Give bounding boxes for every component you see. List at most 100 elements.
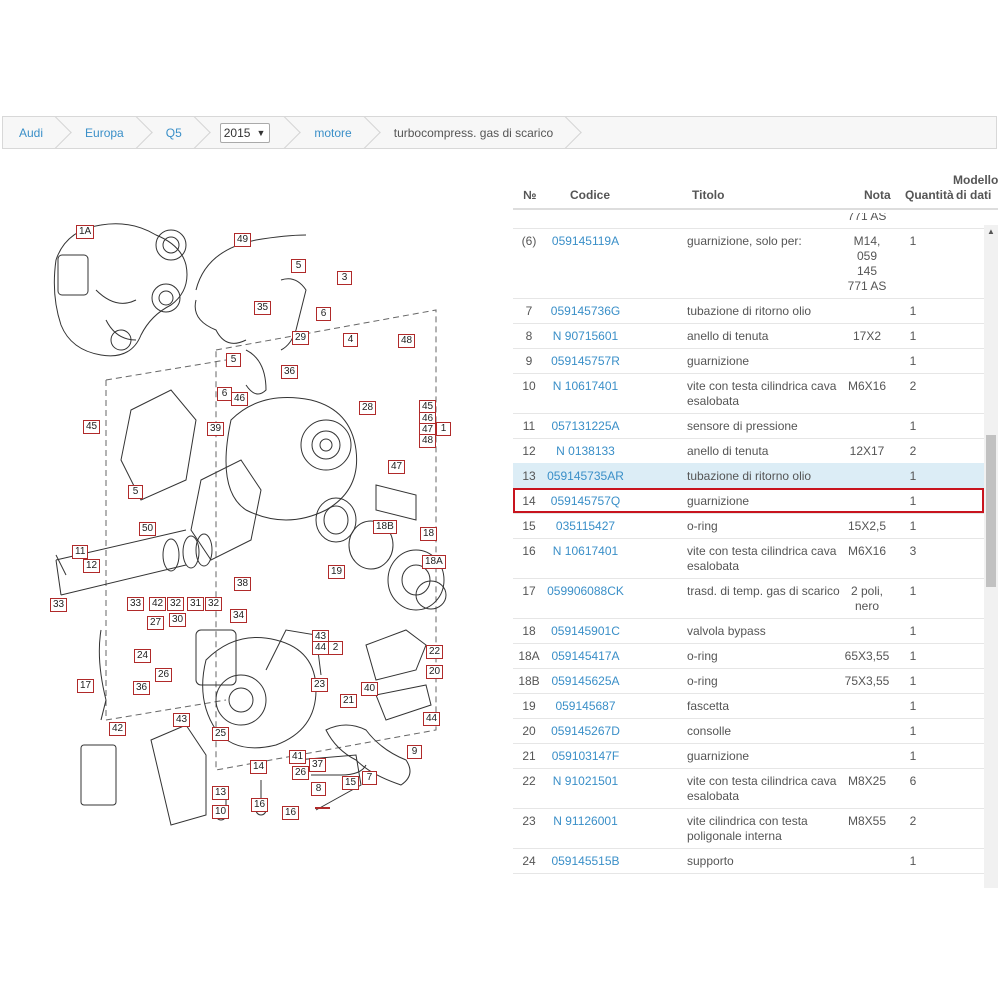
callout-48b[interactable]: 48 (419, 434, 437, 448)
part-code-link[interactable]: 059145687 (543, 699, 628, 714)
callout-22[interactable]: 22 (426, 645, 444, 659)
callout-1a[interactable]: 1A (76, 225, 95, 239)
table-row[interactable]: 7 059145736G tubazione di ritorno olio 1 (513, 298, 985, 324)
table-scrollbar[interactable]: ▲ (984, 225, 998, 888)
table-row[interactable]: 19 059145687 fascetta 1 (513, 693, 985, 719)
part-code-link[interactable]: 059145736G (543, 304, 628, 319)
table-row[interactable]: 145 771 AS (513, 213, 985, 229)
table-row[interactable]: 17 059906088CK trasd. di temp. gas di scar… (513, 578, 985, 619)
callout-49[interactable]: 49 (234, 233, 252, 247)
callout-3[interactable]: 3 (337, 271, 352, 285)
callout-30[interactable]: 30 (169, 613, 187, 627)
part-code-link[interactable]: 059906088CK (543, 584, 628, 599)
callout-35[interactable]: 35 (254, 301, 272, 315)
callout-32[interactable]: 32 (167, 597, 185, 611)
callout-20[interactable]: 20 (426, 665, 444, 679)
part-code-link[interactable]: 059145735AR (543, 469, 628, 484)
part-code-link[interactable]: 059145757R (543, 354, 628, 369)
callout-25[interactable]: 41 (289, 750, 307, 764)
table-row[interactable]: 21 059103147F guarnizione 1 (513, 743, 985, 769)
part-code-link[interactable]: 059145515B (543, 854, 628, 869)
part-code-link[interactable]: N 90715601 (543, 329, 628, 344)
callout-46[interactable]: 46 (231, 392, 249, 406)
callout-15[interactable]: 7 (362, 771, 377, 785)
callout-10[interactable]: 16 (251, 798, 269, 812)
callout-38[interactable]: 38 (234, 577, 252, 591)
callout-29[interactable]: 29 (292, 331, 310, 345)
part-code-link[interactable]: N 0138133 (543, 444, 628, 459)
callout-50[interactable]: 50 (139, 522, 157, 536)
callout-5c[interactable]: 5 (128, 485, 143, 499)
callout-44[interactable]: 44 (312, 641, 330, 655)
callout-5b[interactable]: 5 (226, 353, 241, 367)
table-row[interactable]: 24 059145515B supporto 1 (513, 848, 985, 874)
callout-23[interactable]: 40 (361, 682, 379, 696)
part-code-link[interactable]: 035115427 (543, 519, 628, 534)
table-row[interactable]: 23 N 91126001 vite cilindrica con testa po… (513, 808, 985, 849)
callout-6b[interactable]: 6 (217, 387, 232, 401)
part-code-link[interactable]: N 91021501 (543, 774, 628, 789)
table-row[interactable]: 20 059145267D consolle 1 (513, 718, 985, 744)
callout-18a[interactable]: 18A (422, 555, 446, 569)
callout-12[interactable]: 12 (83, 559, 101, 573)
table-row[interactable]: 22 N 91021501 vite con testa cilindrica ca… (513, 768, 985, 809)
callout-45[interactable]: 45 (83, 420, 101, 434)
callout-19[interactable]: 19 (328, 565, 346, 579)
callout-26b[interactable]: 36 (133, 681, 151, 695)
part-code-link[interactable]: 059145901C (543, 624, 628, 639)
part-code-link[interactable]: 059145625A (543, 674, 628, 689)
callout-32b[interactable]: 32 (205, 597, 223, 611)
callout-1[interactable]: 1 (436, 422, 451, 436)
callout-36b[interactable]: 23 (311, 678, 329, 692)
callout-16b[interactable] (315, 807, 330, 809)
callout-5[interactable]: 5 (291, 259, 306, 273)
callout-27[interactable]: 27 (147, 616, 165, 630)
table-row[interactable]: 14 059145757Q guarnizione 1 (513, 488, 985, 514)
callout-42[interactable]: 42 (149, 597, 167, 611)
table-row[interactable]: 15 035115427 o-ring 15X2,5 1 (513, 513, 985, 539)
part-code-link[interactable]: 057131225A (543, 419, 628, 434)
breadcrumb-category[interactable]: motore (298, 117, 377, 148)
table-row[interactable]: 12 N 0138133 anello di tenuta 12X17 2 (513, 438, 985, 464)
callout-33[interactable]: 33 (50, 598, 68, 612)
callout-13[interactable]: 8 (311, 782, 326, 796)
callout-6[interactable]: 6 (316, 307, 331, 321)
year-select[interactable]: 2015 ▼ (219, 122, 271, 143)
breadcrumb-region[interactable]: Europa (69, 117, 150, 148)
callout-24[interactable]: 24 (134, 649, 152, 663)
part-code-link[interactable]: 059145417A (543, 649, 628, 664)
callout-18b[interactable]: 18B (373, 520, 397, 534)
table-row[interactable]: 8 N 90715601 anello di tenuta 17X2 1 (513, 323, 985, 349)
callout-48[interactable]: 48 (398, 334, 416, 348)
callout-40[interactable]: 21 (340, 694, 358, 708)
table-row[interactable]: 18A 059145417A o-ring 65X3,55 1 (513, 643, 985, 669)
callout-2[interactable]: 2 (328, 641, 343, 655)
part-code-link[interactable]: N 91126001 (543, 814, 628, 829)
callout-43b[interactable]: 42 (109, 722, 127, 736)
part-code-link[interactable]: N 10617401 (543, 544, 628, 559)
part-code-link[interactable]: N 10617401 (543, 379, 628, 394)
table-row[interactable]: 10 N 10617401 vite con testa cilindrica ca… (513, 373, 985, 414)
callout-34[interactable]: 34 (230, 609, 248, 623)
scroll-thumb[interactable] (986, 435, 996, 587)
part-code-link[interactable]: 059145757Q (543, 494, 628, 509)
scroll-up-arrow-icon[interactable]: ▲ (984, 225, 998, 239)
table-row[interactable]: 13 059145735AR tubazione di ritorno olio 1 (513, 463, 985, 489)
table-row[interactable]: (6) 059145119A guarnizione, solo per: M14, … (513, 228, 985, 299)
breadcrumb-model[interactable]: Q5 (150, 117, 208, 148)
table-row[interactable]: 11 057131225A sensore di pressione 1 (513, 413, 985, 439)
part-code-link[interactable]: 059103147F (543, 749, 628, 764)
table-row[interactable]: 18 059145901C valvola bypass 1 (513, 618, 985, 644)
callout-17[interactable]: 17 (77, 679, 95, 693)
callout-8[interactable]: 10 (212, 805, 230, 819)
callout-36[interactable]: 36 (281, 365, 299, 379)
callout-44b[interactable]: 43 (173, 713, 191, 727)
callout-16[interactable]: 16 (282, 806, 300, 820)
table-row[interactable]: 9 059145757R guarnizione 1 (513, 348, 985, 374)
callout-18[interactable]: 18 (420, 527, 438, 541)
callout-4[interactable]: 4 (343, 333, 358, 347)
callout-26c[interactable]: 37 (309, 758, 327, 772)
callout-37[interactable]: 15 (342, 776, 360, 790)
part-code-link[interactable]: 059145267D (543, 724, 628, 739)
table-row[interactable]: 16 N 10617401 vite con testa cilindrica ca… (513, 538, 985, 579)
